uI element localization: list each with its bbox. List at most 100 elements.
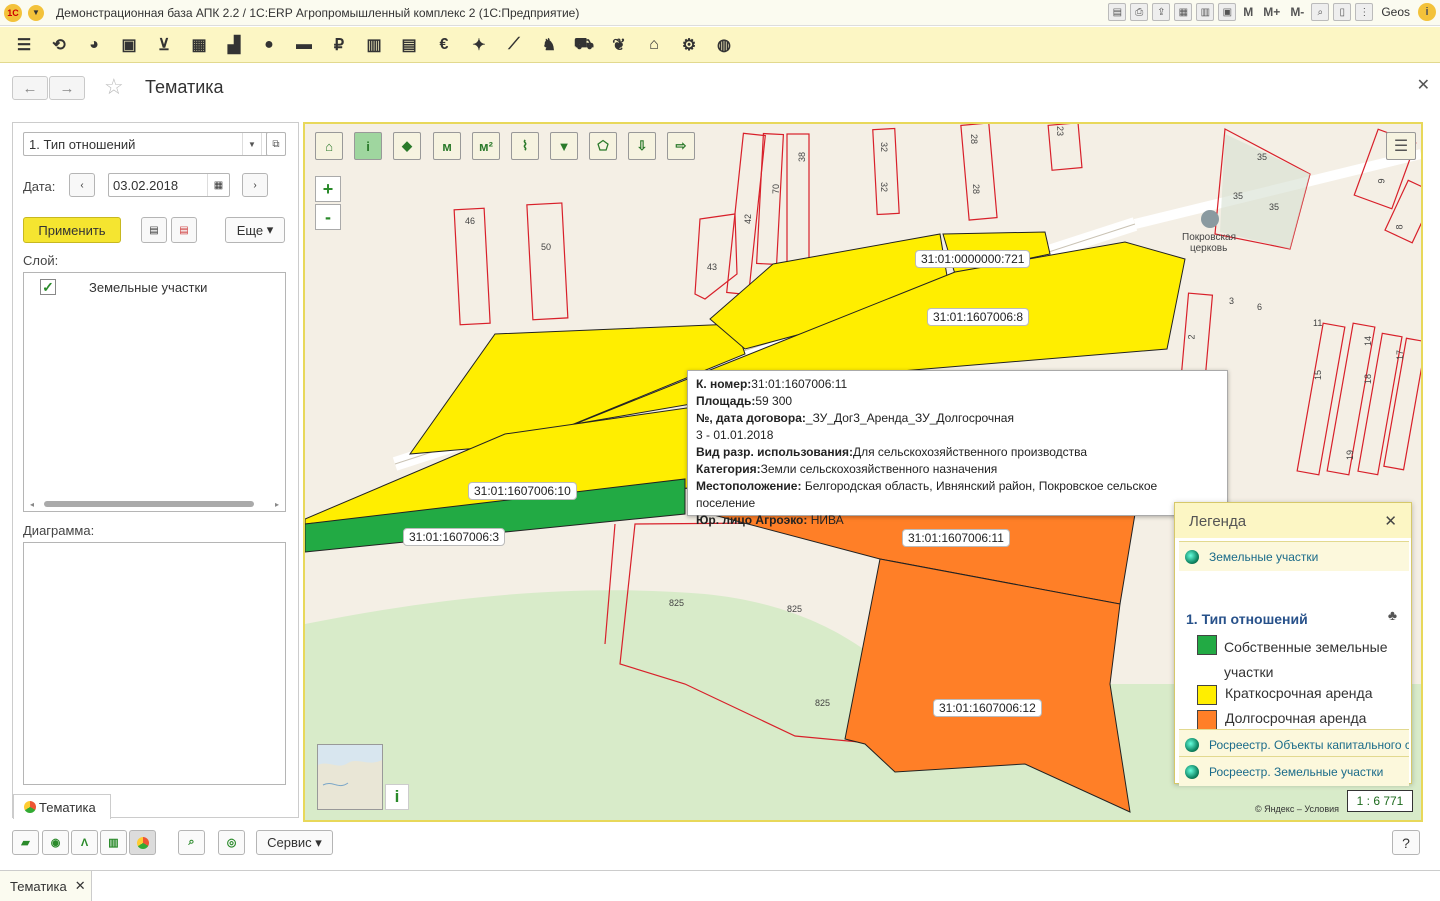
select-polygon-icon[interactable]: ⬠ [589, 132, 617, 160]
favorite-star-icon[interactable]: ☆ [104, 74, 124, 100]
tree-icon[interactable]: ♣ [1388, 607, 1397, 623]
parcel-label[interactable]: 31:01:1607006:11 [902, 529, 1010, 547]
tab-thematic[interactable]: Тематика [13, 794, 111, 819]
window-titlebar: 1С ▼ Демонстрационная база АПК 2.2 / 1С:… [0, 0, 1440, 26]
apply-button[interactable]: Применить [23, 217, 121, 243]
zoom-out-button[interactable]: - [315, 204, 341, 230]
service-button[interactable]: Сервис ▾ [256, 830, 333, 855]
search-icon[interactable]: ⌕ [1311, 3, 1330, 21]
parcel-label[interactable]: 31:01:1607006:8 [927, 308, 1030, 326]
layers-list-icon[interactable]: ☰ [1386, 132, 1416, 160]
minimap[interactable] [317, 744, 383, 810]
parcel-label[interactable]: 31:01:1607006:12 [933, 699, 1042, 717]
route-icon[interactable]: Λ [71, 830, 98, 855]
bag-icon[interactable]: ▣ [118, 34, 140, 56]
thematic-settings-panel: 1. Тип отношений ▼ ⧉ Дата: ‹ 03.02.2018 … [12, 122, 299, 819]
print-icon[interactable]: ⎙ [1130, 3, 1149, 21]
warehouse-icon[interactable]: ⌂ [643, 34, 665, 56]
measure-length-icon[interactable]: ᴍ [433, 132, 461, 160]
bar-chart-icon[interactable]: ▥ [363, 34, 385, 56]
map-info-icon[interactable]: i [385, 784, 409, 810]
ruble-icon[interactable]: ₽ [328, 34, 350, 56]
map-legend: Легенда ✕ Земельные участки 1. Тип отнош… [1174, 502, 1412, 786]
help-button[interactable]: ? [1392, 830, 1420, 855]
thematic-selector[interactable]: 1. Тип отношений ▼ [23, 132, 285, 156]
user-name[interactable]: Geos [1377, 5, 1414, 19]
person-icon[interactable]: ● [258, 34, 280, 56]
chevron-down-icon[interactable]: ▼ [242, 133, 262, 155]
close-icon[interactable]: ✕ [1417, 75, 1430, 95]
print-preview-icon[interactable]: ▦ [1174, 3, 1193, 21]
forward-button[interactable]: → [49, 76, 85, 100]
parcel-label[interactable]: 31:01:1607006:10 [468, 482, 577, 500]
filter-icon[interactable]: ▼ [550, 132, 578, 160]
more-button[interactable]: Еще ▾ [225, 217, 285, 243]
main-menu-icon[interactable]: ▼ [28, 4, 44, 21]
globe-icon[interactable]: ◍ [713, 34, 735, 56]
calculator-icon[interactable]: ▥ [1196, 3, 1215, 21]
legend-layer-capital[interactable]: Росреестр. Объекты капитального строител… [1179, 729, 1409, 759]
crop-icon[interactable]: ✦ [468, 34, 490, 56]
scroll-left-icon[interactable]: ◂ [30, 500, 34, 509]
chart-pie-icon[interactable]: ◕ [83, 34, 105, 56]
zoom-in-button[interactable]: + [315, 176, 341, 202]
date-prev-button[interactable]: ‹ [69, 173, 95, 197]
thematic-pie-icon[interactable] [129, 830, 156, 855]
horizontal-scrollbar[interactable] [44, 501, 254, 507]
scroll-right-icon[interactable]: ▸ [275, 500, 279, 509]
save-icon[interactable]: ▤ [1108, 3, 1127, 21]
memory-add-button[interactable]: M+ [1260, 5, 1283, 19]
measure-area-icon[interactable]: ᴍ² [472, 132, 500, 160]
close-icon[interactable]: ✕ [1384, 512, 1397, 530]
vehicle-icon[interactable]: ▥ [100, 830, 127, 855]
export-icon[interactable]: ⇨ [667, 132, 695, 160]
harvest-icon[interactable]: ❦ [608, 34, 630, 56]
measure-route-icon[interactable]: ⌇ [511, 132, 539, 160]
grid-icon[interactable]: ▦ [188, 34, 210, 56]
calendar-icon[interactable]: ▣ [1218, 3, 1237, 21]
legend-layer-land[interactable]: Земельные участки [1179, 541, 1409, 571]
own-swatch [1197, 635, 1217, 655]
history-icon[interactable]: ⟲ [48, 34, 70, 56]
pan-icon[interactable]: ◆ [393, 132, 421, 160]
analysis-icon[interactable]: ⟋ [503, 34, 525, 56]
card-icon[interactable]: ▬ [293, 34, 315, 56]
memory-subtract-button[interactable]: M- [1287, 5, 1307, 19]
target-icon[interactable]: ◎ [218, 830, 245, 855]
filter-table-icon[interactable]: ▤ [141, 217, 167, 243]
app-logo-icon[interactable]: 1С [4, 3, 22, 22]
map-copyright[interactable]: © Яндекс – Условия [1255, 804, 1339, 814]
menu-icon[interactable]: ☰ [13, 34, 35, 56]
date-input[interactable]: 03.02.2018 ▦ [108, 173, 230, 197]
home-icon[interactable]: ⌂ [315, 132, 343, 160]
calculator-section-icon[interactable]: ▤ [398, 34, 420, 56]
livestock-icon[interactable]: ♞ [538, 34, 560, 56]
memory-button[interactable]: M [1240, 5, 1256, 19]
calendar-picker-icon[interactable]: ▦ [207, 174, 229, 196]
legend-layer-rosreestr[interactable]: Росреестр. Земельные участки [1179, 756, 1409, 786]
info-icon[interactable]: i [1418, 3, 1436, 21]
back-button[interactable]: ← [12, 76, 48, 100]
factory-icon[interactable]: ▟ [223, 34, 245, 56]
upload-icon[interactable]: ⇪ [1152, 3, 1171, 21]
tractor-icon[interactable]: ⛟ [573, 34, 595, 56]
window-tab-thematic[interactable]: Тематика ✕ [0, 871, 92, 901]
open-icon[interactable]: ⧉ [266, 132, 286, 156]
layers-icon[interactable]: ▰ [12, 830, 39, 855]
map-pin-icon[interactable]: ◉ [42, 830, 69, 855]
clear-filter-icon[interactable]: ▤ [171, 217, 197, 243]
info-tool-icon[interactable]: i [354, 132, 382, 160]
date-next-button[interactable]: › [242, 173, 268, 197]
parcel-label[interactable]: 31:01:0000000:721 [915, 250, 1031, 268]
panel-icon[interactable]: ▯ [1333, 3, 1352, 21]
import-icon[interactable]: ⇩ [628, 132, 656, 160]
close-icon[interactable]: ✕ [75, 878, 86, 894]
legend-item-short-label: Краткосрочная аренда [1225, 685, 1373, 701]
parcel-label[interactable]: 31:01:1607006:3 [403, 528, 506, 546]
settings-icon[interactable]: ⚙ [678, 34, 700, 56]
layer-checkbox[interactable]: ✓ [40, 279, 56, 295]
cart-icon[interactable]: ⊻ [153, 34, 175, 56]
more-icon[interactable]: ⋮ [1355, 3, 1374, 21]
currency-icon[interactable]: € [433, 34, 455, 56]
search-map-icon[interactable]: ⌕ [178, 830, 205, 855]
